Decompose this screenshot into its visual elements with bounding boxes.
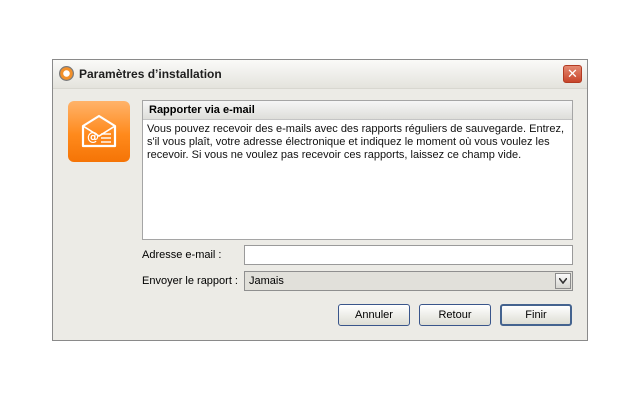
send-report-select[interactable]: Jamais: [244, 271, 573, 291]
back-button[interactable]: Retour: [419, 304, 491, 326]
send-report-label: Envoyer le rapport :: [142, 275, 238, 287]
info-panel: Rapporter via e-mail Vous pouvez recevoi…: [142, 100, 573, 240]
close-button[interactable]: ✕: [563, 65, 582, 83]
email-tile: @: [68, 101, 130, 162]
title-bar[interactable]: Paramètres d’installation ✕: [53, 60, 587, 89]
svg-text:@: @: [87, 130, 99, 144]
info-header: Rapporter via e-mail: [143, 101, 572, 120]
email-label: Adresse e-mail :: [142, 249, 222, 261]
info-title: Rapporter via e-mail: [149, 104, 255, 116]
chevron-down-icon: [559, 278, 567, 284]
cancel-button[interactable]: Annuler: [338, 304, 410, 326]
close-icon: ✕: [567, 66, 578, 81]
info-description: Vous pouvez recevoir des e-mails avec de…: [147, 123, 564, 161]
installation-settings-dialog: Paramètres d’installation ✕ @ Rapporter …: [52, 59, 588, 341]
window-title: Paramètres d’installation: [79, 67, 222, 81]
email-field[interactable]: [244, 245, 573, 265]
dropdown-toggle[interactable]: [555, 273, 571, 289]
app-logo-icon: [59, 66, 74, 81]
email-envelope-icon: @: [81, 114, 117, 148]
finish-button[interactable]: Finir: [500, 304, 572, 326]
send-report-value: Jamais: [249, 275, 284, 287]
